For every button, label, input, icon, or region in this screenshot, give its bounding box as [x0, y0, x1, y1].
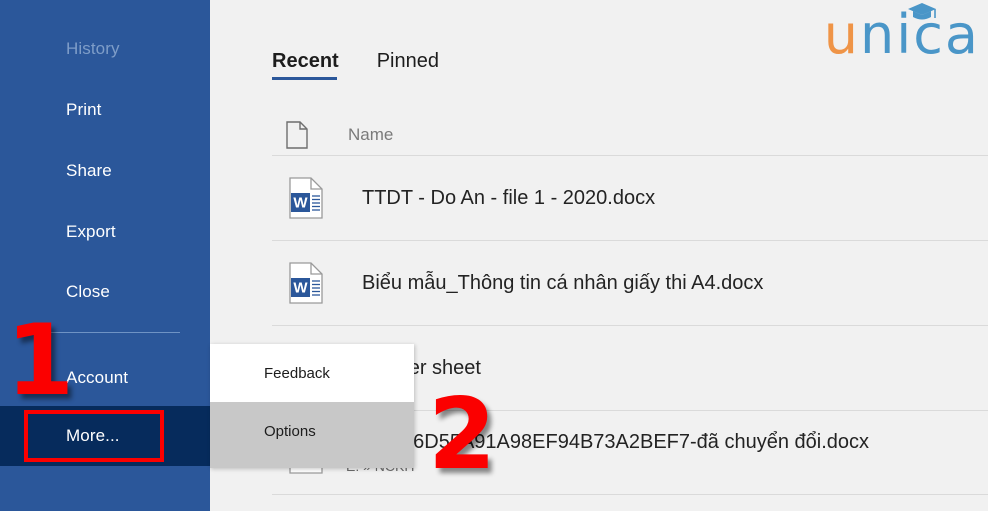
word-document-icon: W [282, 177, 330, 219]
column-header-name: Name [348, 125, 394, 144]
sidebar-item-share[interactable]: Share [0, 152, 210, 190]
menu-item-options[interactable]: Options [210, 402, 414, 460]
file-path: E: » NCKH [346, 458, 869, 474]
word-document-icon: W [282, 262, 330, 304]
step-marker-2: 2 [428, 378, 497, 492]
document-icon [286, 121, 320, 149]
sidebar-item-label: Share [66, 161, 112, 180]
sidebar-item-label: Export [66, 222, 116, 241]
svg-text:W: W [293, 280, 308, 297]
sidebar-item-label: Print [66, 100, 102, 119]
sidebar-item-label: Account [66, 368, 129, 387]
more-context-menu: Feedback Options [210, 344, 414, 468]
tab-pinned[interactable]: Pinned [377, 50, 439, 80]
recent-pinned-tabs: Recent Pinned [272, 50, 439, 80]
file-name: TTDT - Do An - file 1 - 2020.docx [362, 186, 656, 209]
sidebar-item-label: History [66, 39, 120, 58]
table-row[interactable]: W TTDT - Do An - file 1 - 2020.docx [272, 155, 988, 240]
unica-logo: unica [824, 3, 980, 62]
app-window: History Print Share Export Close Account… [0, 0, 988, 511]
graduation-cap-icon [907, 3, 936, 20]
logo-letter-u: u [823, 3, 860, 66]
sidebar-item-label: Close [66, 282, 110, 301]
file-name: Biểu mẫu_Thông tin cá nhân giấy thi A4.d… [362, 271, 764, 294]
sidebar-item-export[interactable]: Export [0, 213, 210, 251]
file-name-wrap: Biểu mẫu_Thông tin cá nhân giấy thi A4.d… [346, 272, 763, 295]
file-name-wrap: 4824-6D55A91A98EF94B73A2BEF7-đã chuyển đ… [346, 431, 869, 474]
step-marker-1: 1 [6, 304, 75, 418]
svg-text:W: W [293, 195, 308, 212]
menu-item-feedback[interactable]: Feedback [210, 344, 414, 402]
table-row[interactable]: W Biểu mẫu_Thông tin cá nhân giấy thi A4… [272, 240, 988, 325]
menu-bottom-padding [210, 460, 414, 468]
sidebar-item-print[interactable]: Print [0, 91, 210, 129]
file-list-header: Name [272, 115, 988, 155]
file-name-wrap: TTDT - Do An - file 1 - 2020.docx [346, 187, 655, 210]
sidebar-item-history[interactable]: History [0, 30, 210, 68]
tab-recent[interactable]: Recent [272, 50, 339, 80]
